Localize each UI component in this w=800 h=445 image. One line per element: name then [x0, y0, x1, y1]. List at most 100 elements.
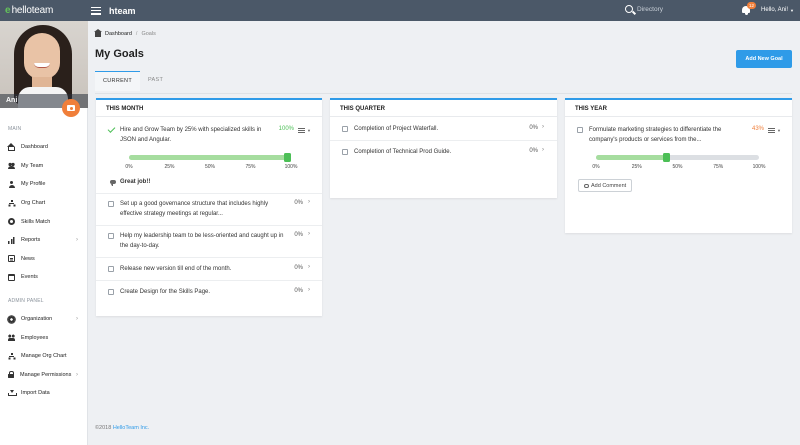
- camera-icon: [67, 105, 75, 111]
- sidebar-item-employees[interactable]: Employees: [0, 328, 87, 347]
- chevron-right-icon: ›: [76, 236, 78, 243]
- news-icon: [8, 255, 15, 263]
- sidebar-item-reports[interactable]: Reports ›: [0, 231, 87, 250]
- page-title: My Goals: [95, 48, 144, 60]
- sidebar-item-my-team[interactable]: My Team: [0, 157, 87, 176]
- comment-icon: [584, 183, 589, 188]
- progress-slider[interactable]: [596, 153, 759, 162]
- goal-checkbox[interactable]: [342, 149, 348, 155]
- team-icon: [8, 162, 15, 170]
- sidebar-item-label: Employees: [21, 334, 49, 341]
- notifications-bell[interactable]: 12: [742, 2, 757, 15]
- goal-item: Release new version till end of the mont…: [96, 258, 322, 281]
- sidebar-item-org-chart[interactable]: Org Chart: [0, 194, 87, 213]
- directory-search: [625, 5, 732, 13]
- card-title: THIS QUARTER: [330, 100, 557, 117]
- sidebar-item-news[interactable]: News: [0, 250, 87, 269]
- goal-checkbox[interactable]: [108, 289, 114, 295]
- add-comment-button[interactable]: Add Comment: [578, 179, 633, 192]
- chevron-right-icon[interactable]: ›: [308, 231, 310, 237]
- goal-text: Completion of Technical Prod Guide.: [354, 149, 452, 155]
- breadcrumb-current: Goals: [141, 30, 156, 37]
- scale-label: 0%: [125, 164, 133, 170]
- slider-handle[interactable]: [284, 153, 291, 162]
- gear-icon: [8, 315, 15, 323]
- sidebar-item-my-profile[interactable]: My Profile: [0, 175, 87, 194]
- sidebar-item-events[interactable]: Events: [0, 268, 87, 287]
- nav-section-admin: ADMIN PANEL: [8, 297, 44, 304]
- scale-label: 100%: [752, 164, 766, 170]
- breadcrumb-separator: /: [135, 30, 138, 37]
- sidebar-item-organization[interactable]: Organization ›: [0, 310, 87, 329]
- progress-slider[interactable]: [129, 153, 291, 162]
- sidebar-item-import-data[interactable]: Import Data: [0, 384, 87, 403]
- goal-text: Set up a good governance structure that …: [120, 201, 269, 217]
- scale-label: 75%: [245, 164, 256, 170]
- sidebar-item-label: Import Data: [21, 390, 50, 397]
- slider-handle[interactable]: [662, 153, 670, 162]
- footer: ©2018 HelloTeam Inc.: [95, 425, 149, 431]
- comment-icon: [110, 179, 116, 186]
- breadcrumb-dashboard[interactable]: Dashboard: [105, 31, 132, 37]
- goal-item: Completion of Project Waterfall. 0% ›: [330, 117, 557, 141]
- sidebar-item-manage-org-chart[interactable]: Manage Org Chart: [0, 347, 87, 366]
- footer-company-link[interactable]: HelloTeam Inc.: [113, 425, 149, 431]
- sidebar-item-label: Organization: [21, 316, 53, 323]
- org-chart-icon: [8, 199, 15, 207]
- import-icon: [8, 390, 17, 397]
- chevron-right-icon[interactable]: ›: [308, 287, 310, 293]
- goal-percent: 0%: [294, 288, 303, 294]
- sidebar-item-dashboard[interactable]: Dashboard: [0, 138, 87, 157]
- card-title: THIS MONTH: [96, 100, 322, 117]
- breadcrumb: Dashboard / Goals: [94, 29, 156, 37]
- tab-current[interactable]: CURRENT: [95, 71, 140, 91]
- chevron-right-icon[interactable]: ›: [542, 124, 544, 130]
- chevron-right-icon[interactable]: ›: [542, 147, 544, 153]
- goal-tabs: CURRENT PAST: [95, 71, 171, 91]
- checkmark-icon: [107, 125, 116, 133]
- chevron-right-icon[interactable]: ›: [308, 264, 310, 270]
- goal-item: Help my leadership team to be less-orien…: [96, 226, 322, 258]
- change-photo-button[interactable]: [62, 99, 80, 117]
- sidebar: Ani MAIN Dashboard My Team My Profile Or…: [0, 21, 88, 445]
- profile-photo: Ani: [0, 21, 88, 108]
- card-title: THIS YEAR: [565, 100, 792, 117]
- goal-checkbox[interactable]: [108, 201, 114, 207]
- sidebar-item-label: News: [21, 255, 35, 262]
- sidebar-item-label: Manage Org Chart: [21, 353, 67, 360]
- goal-options-icon[interactable]: [768, 128, 775, 133]
- hamburger-menu-icon[interactable]: [91, 6, 101, 15]
- add-new-goal-button[interactable]: Add New Goal: [736, 50, 792, 68]
- scale-label: 50%: [204, 164, 216, 170]
- chevron-right-icon: ›: [76, 371, 78, 378]
- comment-text: Great job!!: [120, 179, 151, 185]
- goal-checkbox[interactable]: [108, 233, 114, 239]
- brand-logo[interactable]: e helloteam: [0, 5, 88, 16]
- directory-search-input[interactable]: [637, 5, 732, 13]
- tab-past[interactable]: PAST: [140, 71, 171, 91]
- goal-text: Completion of Project Waterfall.: [354, 126, 439, 132]
- sidebar-item-label: Dashboard: [21, 144, 48, 151]
- goal-text: Create Design for the Skills Page.: [120, 289, 211, 295]
- top-bar: e helloteam hteam 12 Hello, Ani! ▼: [0, 0, 800, 21]
- nav-section-main: MAIN: [8, 126, 22, 132]
- chevron-down-icon: ▼: [307, 128, 311, 133]
- target-icon: [8, 218, 15, 226]
- logo-mark: e: [5, 5, 11, 16]
- add-comment-label: Add Comment: [591, 182, 627, 189]
- goal-checkbox[interactable]: [108, 266, 114, 272]
- goal-item: Completion of Technical Prod Guide. 0% ›: [330, 141, 557, 165]
- sidebar-item-manage-permissions[interactable]: Manage Permissions ›: [0, 366, 87, 385]
- user-menu[interactable]: Hello, Ani! ▼: [761, 7, 794, 13]
- goal-options-icon[interactable]: [298, 128, 305, 133]
- goal-checkbox[interactable]: [342, 126, 348, 132]
- sidebar-item-label: Manage Permissions: [20, 371, 72, 378]
- sidebar-item-skills-match[interactable]: Skills Match: [0, 212, 87, 231]
- sidebar-item-label: Events: [21, 274, 38, 281]
- goal-checkbox[interactable]: [577, 127, 583, 133]
- card-this-month: THIS MONTH Hire and Grow Team by 25% wit…: [96, 98, 322, 316]
- chevron-right-icon[interactable]: ›: [308, 199, 310, 205]
- scale-label: 0%: [592, 164, 600, 170]
- logo-text: helloteam: [11, 5, 54, 16]
- search-icon: [625, 5, 633, 13]
